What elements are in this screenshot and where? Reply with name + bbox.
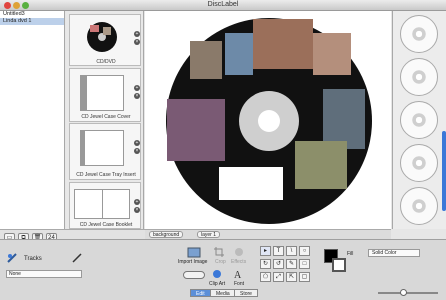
remove-icon[interactable]: ×	[134, 39, 140, 45]
template-card-tray[interactable]: CD Jewel Case Tray Insert + ×	[69, 123, 141, 180]
ellipse-tool[interactable]: ○	[299, 246, 310, 256]
rounded-rect-tool[interactable]: ▢	[299, 272, 310, 282]
fill-label: Fill	[347, 251, 354, 257]
tab-edit[interactable]: Edit	[190, 289, 211, 297]
import-image-label: Import Image	[178, 259, 208, 265]
template-card-cover[interactable]: CD Jewel Case Cover + ×	[69, 68, 141, 122]
fill-mode-value: Solid Color	[372, 250, 397, 256]
template-label: CD Jewel Case Cover	[81, 114, 131, 120]
polygon-tool[interactable]: ⬠	[260, 272, 271, 282]
toggle-button[interactable]	[183, 271, 205, 279]
tracks-select[interactable]: None	[6, 270, 82, 278]
text-box[interactable]	[219, 167, 283, 200]
layer-tab-background[interactable]: background	[149, 231, 184, 238]
disc-label[interactable]	[145, 11, 391, 229]
pen-icon[interactable]	[71, 252, 83, 264]
effects-label: Effects	[231, 259, 247, 265]
document-label: Linda dvd 1	[3, 18, 32, 24]
photo-woman-left[interactable]	[167, 99, 225, 161]
effects-icon[interactable]	[233, 246, 245, 258]
text-tool[interactable]: T	[273, 246, 284, 256]
preview-disc[interactable]	[400, 101, 438, 139]
photo-baby-top-left[interactable]	[190, 41, 222, 79]
remove-icon[interactable]: ×	[134, 148, 140, 154]
import-image-icon[interactable]	[187, 246, 201, 258]
add-icon[interactable]: +	[134, 140, 140, 146]
preview-scrollbar[interactable]	[442, 131, 446, 211]
photo-baby-hat[interactable]	[225, 33, 253, 75]
fill-mode-select[interactable]: Solid Color	[368, 249, 420, 257]
crop-icon[interactable]	[213, 246, 225, 258]
svg-text:A: A	[234, 270, 242, 280]
tracks-select-value: None	[9, 271, 21, 277]
photo-baby-face[interactable]	[313, 33, 351, 75]
photo-toddler-bottom-right[interactable]	[295, 141, 347, 189]
curve-tool[interactable]: ↺	[273, 259, 284, 269]
booklet-thumbnail	[74, 189, 130, 219]
cd-thumbnail	[87, 22, 117, 52]
line-tool[interactable]: \	[286, 246, 297, 256]
document-list: Untitled3 Linda dvd 1	[0, 11, 65, 229]
pen-tool[interactable]: ✎	[286, 259, 297, 269]
cover-thumbnail	[80, 75, 124, 111]
stroke-color-well[interactable]	[332, 258, 346, 272]
window-title: DiscLabel	[207, 1, 239, 8]
preview-disc[interactable]	[400, 15, 438, 53]
template-card-booklet[interactable]: CD Jewel Case Booklet + ×	[69, 182, 141, 229]
document-item[interactable]: Untitled3	[0, 11, 64, 18]
document-item-selected[interactable]: Linda dvd 1	[0, 18, 64, 25]
title-bar: DiscLabel	[0, 0, 446, 11]
select-tool[interactable]: ▸	[260, 246, 271, 256]
zoom-slider-track[interactable]	[378, 292, 438, 294]
tracks-icon	[7, 253, 17, 263]
zoom-slider-thumb[interactable]	[400, 289, 407, 296]
preview-disc[interactable]	[400, 58, 438, 96]
template-panel: CD/DVD + × CD Jewel Case Cover + × CD Je…	[66, 11, 144, 229]
tray-thumbnail	[80, 130, 124, 166]
preview-disc[interactable]	[400, 187, 438, 225]
font-icon[interactable]: A	[232, 268, 244, 280]
rect-tool[interactable]: □	[299, 259, 310, 269]
preview-disc[interactable]	[400, 144, 438, 182]
tracks-label: Tracks	[24, 256, 42, 262]
design-canvas[interactable]	[145, 11, 391, 229]
app-window: DiscLabel Untitled3 Linda dvd 1 CD/DVD +…	[0, 0, 446, 300]
clip-art-icon[interactable]	[211, 268, 223, 280]
template-label: CD Jewel Case Tray Insert	[76, 172, 136, 178]
template-label: CD/DVD	[96, 59, 116, 65]
crop-label: Crop	[215, 259, 226, 265]
remove-icon[interactable]: ×	[134, 207, 140, 213]
add-icon[interactable]: +	[134, 199, 140, 205]
photo-woman-baby[interactable]	[253, 19, 313, 69]
transform-tool[interactable]: ⤢	[273, 272, 284, 282]
disc-preview-strip	[392, 11, 446, 229]
tab-media[interactable]: Media	[210, 289, 236, 297]
add-icon[interactable]: +	[134, 31, 140, 37]
tab-store[interactable]: Store	[234, 289, 258, 297]
template-card-cd[interactable]: CD/DVD + ×	[69, 14, 141, 66]
rotate-tool[interactable]: ↻	[260, 259, 271, 269]
layer-tab-1[interactable]: layer 1	[197, 231, 221, 238]
document-label: Untitled3	[3, 11, 25, 17]
scale-tool[interactable]: ⇱	[286, 272, 297, 282]
font-label: Font	[234, 281, 245, 287]
disc-center-hole	[258, 110, 280, 132]
photo-baby-right[interactable]	[323, 89, 365, 149]
add-icon[interactable]: +	[134, 85, 140, 91]
clip-art-label: Clip Art	[209, 281, 226, 287]
layer-bar: background layer 1	[145, 229, 391, 239]
remove-icon[interactable]: ×	[134, 93, 140, 99]
template-label: CD Jewel Case Booklet	[79, 222, 133, 228]
